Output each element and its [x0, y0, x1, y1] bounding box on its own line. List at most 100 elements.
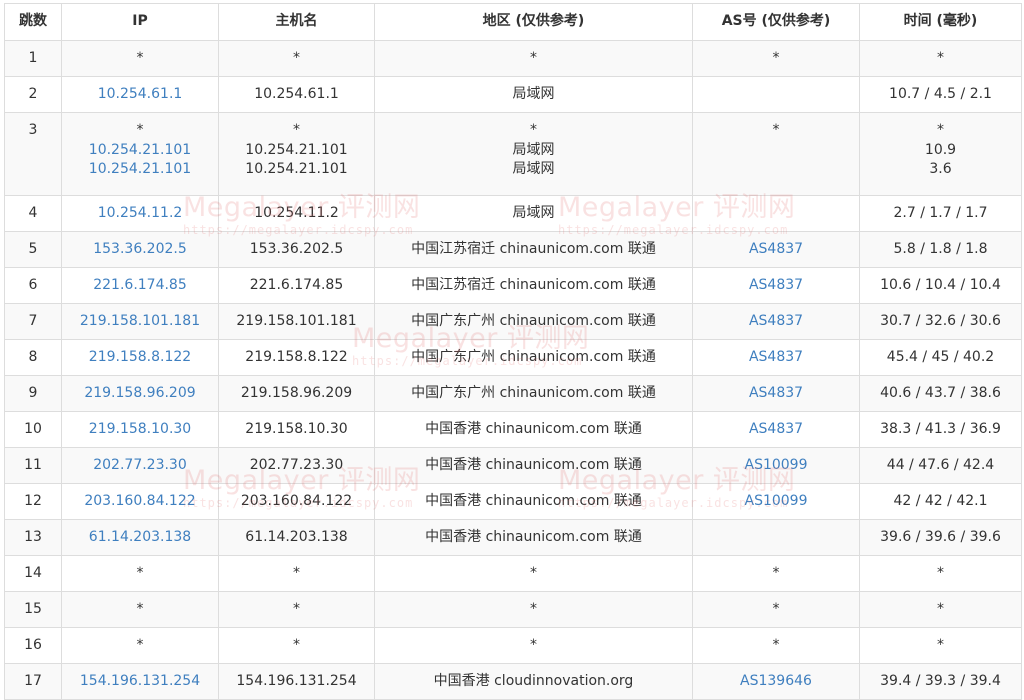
asn-cell: AS4837	[692, 411, 860, 448]
ip-cell-value[interactable]: 202.77.23.30	[62, 456, 218, 476]
hop-cell: 3	[4, 112, 62, 196]
ip-cell: * 10.254.21.101 10.254.21.101	[61, 112, 219, 196]
time-cell: 10.6 / 10.4 / 10.4	[859, 267, 1022, 304]
hostname-cell-value: *	[293, 49, 300, 66]
asn-cell-value: *	[772, 122, 780, 138]
table-row: 10 219.158.10.30 219.158.10.30 中国香港 chinaun…	[4, 411, 1022, 448]
region-cell-value: 中国香港 chinaunicom.com 联通	[425, 492, 642, 509]
table-row: 12 203.160.84.122 203.160.84.122 中国香港 china…	[4, 483, 1022, 520]
ip-cell-value[interactable]: 219.158.8.122	[62, 348, 218, 368]
ip-cell: *	[61, 627, 219, 664]
region-cell: 中国广东广州 chinaunicom.com 联通	[374, 339, 693, 376]
ip-cell-value: *	[136, 49, 144, 66]
ip-cell-value[interactable]: 10.254.11.2	[62, 204, 218, 224]
region-cell: 中国广东广州 chinaunicom.com 联通	[374, 375, 693, 412]
hostname-cell: *	[218, 591, 375, 628]
asn-cell-value[interactable]: AS4837	[693, 420, 859, 440]
asn-cell: *	[692, 555, 860, 592]
ip-cell-value[interactable]: 10.254.21.101	[62, 141, 218, 161]
region-cell: * 局域网 局域网	[374, 112, 693, 196]
asn-cell: *	[692, 591, 860, 628]
region-cell: *	[374, 627, 693, 664]
table-row: 4 10.254.11.2 10.254.11.2 局域网 2.7 / 1.7 / 1.…	[4, 195, 1022, 232]
asn-cell: AS4837	[692, 231, 860, 268]
region-cell-value: 中国广东广州 chinaunicom.com 联通	[411, 348, 656, 365]
region-cell-value: 局域网	[512, 161, 555, 177]
time-cell-value: *	[937, 49, 944, 66]
header-ip: IP	[61, 3, 219, 41]
hop-cell: 7	[4, 303, 62, 340]
asn-cell-value[interactable]: AS4837	[693, 312, 859, 332]
time-cell-value: *	[937, 122, 944, 138]
asn-cell-value[interactable]: AS4837	[693, 240, 859, 260]
hop-cell: 4	[4, 195, 62, 232]
hostname-cell: 219.158.101.181	[218, 303, 375, 340]
hop-cell: 5	[4, 231, 62, 268]
ip-cell-value[interactable]: 219.158.101.181	[62, 312, 218, 332]
ip-cell: 10.254.11.2	[61, 195, 219, 232]
hostname-cell-value: *	[293, 564, 300, 581]
hostname-cell-value: 10.254.21.101	[245, 161, 348, 177]
asn-cell-value[interactable]: AS4837	[693, 276, 859, 296]
time-cell-value: *	[937, 600, 944, 617]
time-cell-value: 45.4 / 45 / 40.2	[886, 348, 995, 365]
asn-cell: AS10099	[692, 483, 860, 520]
ip-cell-value[interactable]: 10.254.61.1	[62, 85, 218, 105]
asn-cell-value[interactable]: AS4837	[693, 384, 859, 404]
hop-cell: 10	[4, 411, 62, 448]
asn-cell-value: *	[772, 49, 780, 66]
hostname-cell: 219.158.8.122	[218, 339, 375, 376]
asn-cell: AS139646	[692, 663, 860, 700]
region-cell: 中国香港 cloudinnovation.org	[374, 663, 693, 700]
time-cell: 38.3 / 41.3 / 36.9	[859, 411, 1022, 448]
asn-cell-value[interactable]: AS139646	[693, 672, 859, 692]
ip-cell: *	[61, 591, 219, 628]
hostname-cell-value: 221.6.174.85	[249, 276, 344, 293]
region-cell: 中国香港 chinaunicom.com 联通	[374, 447, 693, 484]
ip-cell-value[interactable]: 219.158.10.30	[62, 420, 218, 440]
hostname-cell-value: 219.158.10.30	[245, 420, 348, 437]
time-cell: 39.4 / 39.3 / 39.4	[859, 663, 1022, 700]
ip-cell-value[interactable]: 61.14.203.138	[62, 528, 218, 548]
ip-cell-value[interactable]: 153.36.202.5	[62, 240, 218, 260]
region-cell: 中国香港 chinaunicom.com 联通	[374, 519, 693, 556]
ip-cell: 219.158.101.181	[61, 303, 219, 340]
region-cell: 中国香港 chinaunicom.com 联通	[374, 411, 693, 448]
ip-cell: 219.158.8.122	[61, 339, 219, 376]
time-cell: 10.7 / 4.5 / 2.1	[859, 76, 1022, 113]
asn-cell-value[interactable]: AS10099	[693, 492, 859, 512]
time-cell: 45.4 / 45 / 40.2	[859, 339, 1022, 376]
hostname-cell: 10.254.11.2	[218, 195, 375, 232]
region-cell-value: *	[530, 564, 537, 581]
ip-cell-value[interactable]: 10.254.21.101	[62, 160, 218, 180]
region-cell: 中国江苏宿迁 chinaunicom.com 联通	[374, 231, 693, 268]
asn-cell-value[interactable]: AS10099	[693, 456, 859, 476]
time-cell-value: 42 / 42 / 42.1	[893, 492, 988, 509]
asn-cell	[692, 195, 860, 232]
ip-cell-value[interactable]: 221.6.174.85	[62, 276, 218, 296]
region-cell-value: 中国香港 chinaunicom.com 联通	[425, 420, 642, 437]
table-row: 6 221.6.174.85 221.6.174.85 中国江苏宿迁 chinauni…	[4, 267, 1022, 304]
asn-cell-value: *	[772, 600, 780, 617]
table-row: 5 153.36.202.5 153.36.202.5 中国江苏宿迁 chinauni…	[4, 231, 1022, 268]
hostname-cell-value: 154.196.131.254	[236, 672, 357, 689]
ip-cell-value[interactable]: 203.160.84.122	[62, 492, 218, 512]
hostname-cell: 203.160.84.122	[218, 483, 375, 520]
table-row: 15 * * * * *	[4, 591, 1022, 628]
hostname-cell: 61.14.203.138	[218, 519, 375, 556]
asn-cell-value: *	[772, 636, 780, 653]
ip-cell-value[interactable]: 219.158.96.209	[62, 384, 218, 404]
header-region: 地区 (仅供参考)	[374, 3, 693, 41]
time-cell-value: 38.3 / 41.3 / 36.9	[880, 420, 1001, 437]
ip-cell-value[interactable]: 154.196.131.254	[62, 672, 218, 692]
region-cell-value: *	[530, 636, 537, 653]
traceroute-table: 跳数 IP 主机名 地区 (仅供参考) AS号 (仅供参考) 时间 (毫秒) 1…	[4, 3, 1022, 700]
hop-cell: 2	[4, 76, 62, 113]
table-row: 3 * 10.254.21.101 10.254.21.101 * 10.254.21.1…	[4, 112, 1022, 196]
table-row: 2 10.254.61.1 10.254.61.1 局域网 10.7 / 4.5 / 2…	[4, 76, 1022, 113]
asn-cell-value[interactable]: AS4837	[693, 348, 859, 368]
hostname-cell: *	[218, 627, 375, 664]
ip-cell-value: *	[136, 636, 144, 653]
asn-cell: AS4837	[692, 303, 860, 340]
hostname-cell-value: 219.158.8.122	[245, 348, 348, 365]
